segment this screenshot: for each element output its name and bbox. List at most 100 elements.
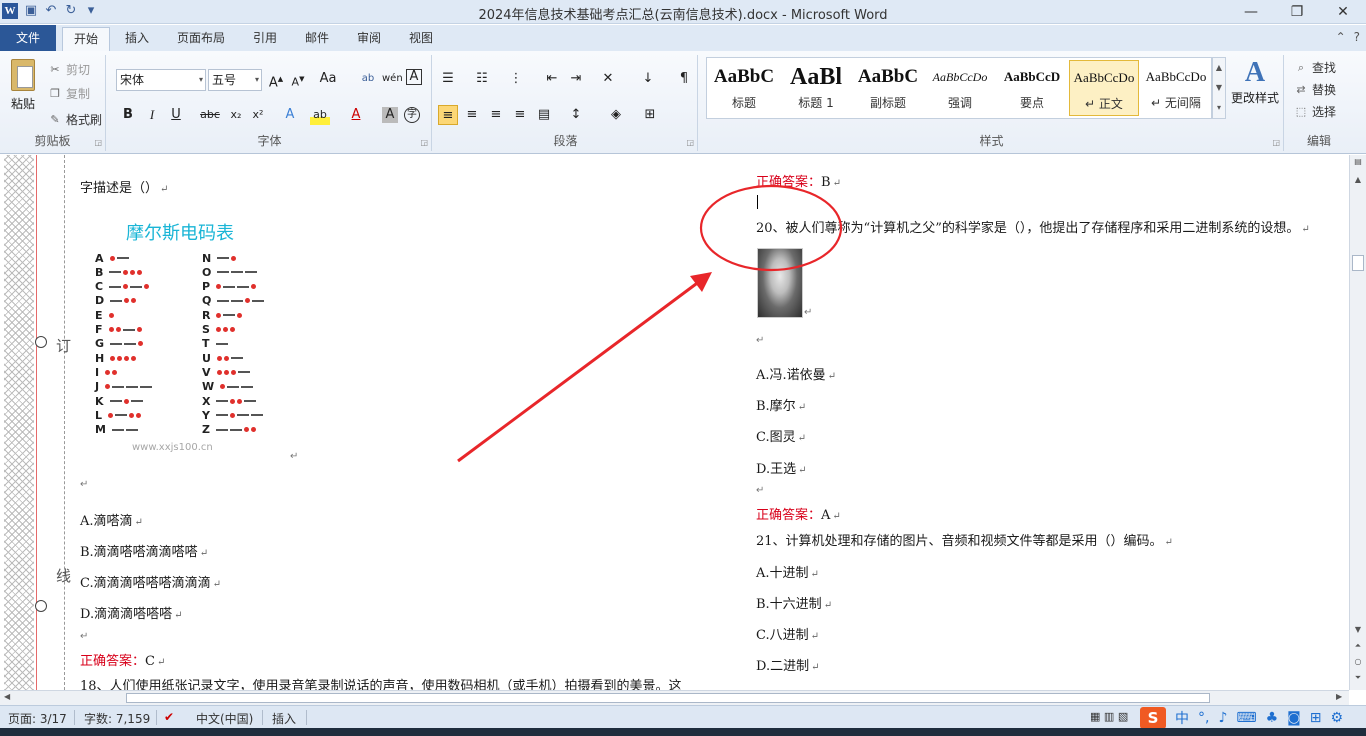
close-button[interactable]: ✕: [1320, 0, 1366, 24]
styles-dialog-launcher[interactable]: ◲: [1272, 138, 1280, 147]
style-no-spacing[interactable]: AaBbCcDo ↵ 无间隔: [1141, 60, 1211, 116]
decrease-indent-icon[interactable]: ⇤: [542, 69, 562, 89]
superscript-icon[interactable]: x²: [248, 105, 268, 125]
paste-button[interactable]: 粘贴: [6, 59, 40, 112]
horizontal-scrollbar[interactable]: ◀ ▶: [0, 690, 1349, 705]
vertical-scrollbar[interactable]: ▤ ▲ ▼ ⏶ ○ ⏷: [1349, 155, 1366, 690]
underline-icon[interactable]: U: [166, 105, 186, 125]
style-subtitle[interactable]: AaBbC 副标题: [853, 60, 923, 116]
font-dialog-launcher[interactable]: ◲: [420, 138, 428, 147]
previous-page-icon[interactable]: ⏶: [1350, 641, 1366, 651]
increase-indent-icon[interactable]: ⇥: [566, 69, 586, 89]
minimize-button[interactable]: —: [1228, 0, 1274, 24]
tab-home[interactable]: 开始: [62, 27, 110, 51]
tab-review[interactable]: 审阅: [346, 27, 392, 51]
tab-view[interactable]: 视图: [398, 27, 444, 51]
tab-references[interactable]: 引用: [242, 27, 288, 51]
character-shading-icon[interactable]: A: [382, 107, 398, 123]
browse-object-icon[interactable]: ○: [1350, 657, 1366, 666]
ime-language[interactable]: 中: [1175, 708, 1189, 728]
grow-font-icon[interactable]: A▲: [266, 69, 286, 90]
gallery-scroll[interactable]: ▲ ▼ ▾: [1212, 57, 1226, 119]
enclose-character-icon[interactable]: 字: [404, 107, 420, 123]
proofing-icon[interactable]: ✔: [164, 710, 174, 724]
style-sample: AaBl: [789, 64, 842, 90]
word-count[interactable]: 字数: 7,159: [84, 710, 150, 727]
change-styles-button[interactable]: A 更改样式: [1230, 57, 1280, 106]
language-indicator[interactable]: 中文(中国): [196, 710, 253, 727]
find-button[interactable]: ⌕ 查找: [1294, 59, 1336, 76]
horizontal-scroll-thumb[interactable]: [126, 693, 1210, 703]
minimize-ribbon-icon[interactable]: ⌃: [1336, 30, 1346, 44]
text-effects-icon[interactable]: A: [280, 105, 300, 125]
font-size-box[interactable]: 五号 ▾: [208, 69, 262, 91]
line-spacing-icon[interactable]: ↕: [566, 105, 586, 125]
replace-button[interactable]: ⇄ 替换: [1294, 81, 1336, 98]
document-area[interactable]: 订 线 字描述是（） ↵ 摩尔斯电码表 ABCDEFGHIJKLMNOPQRSTU…: [0, 155, 1366, 690]
scroll-left-icon[interactable]: ◀: [4, 692, 10, 701]
format-painter-button[interactable]: ✎ 格式刷: [48, 111, 102, 128]
toolbox-icon[interactable]: ⊞: [1310, 710, 1322, 726]
page-indicator[interactable]: 页面: 3/17: [8, 710, 67, 727]
reading-view-icon[interactable]: ▥: [1104, 710, 1114, 723]
scroll-down-icon[interactable]: ▼: [1350, 625, 1366, 634]
skin-icon[interactable]: ♣: [1266, 710, 1279, 726]
tab-mailings[interactable]: 邮件: [294, 27, 340, 51]
bold-icon[interactable]: B: [118, 105, 138, 125]
select-button[interactable]: ⬚ 选择: [1294, 103, 1336, 120]
print-layout-icon[interactable]: ▦: [1090, 710, 1100, 723]
borders-icon[interactable]: ⊞: [640, 105, 660, 125]
change-case-icon[interactable]: Aa: [318, 69, 338, 89]
cut-button[interactable]: ✂ 剪切: [48, 61, 90, 78]
sort-icon[interactable]: ↓: [638, 69, 658, 89]
annotation-overlay: [457, 184, 843, 463]
style-strong[interactable]: AaBbCcD 要点: [997, 60, 1067, 116]
tab-insert[interactable]: 插入: [114, 27, 160, 51]
keyboard-icon[interactable]: ⌨: [1236, 710, 1256, 726]
next-page-icon[interactable]: ⏷: [1350, 673, 1366, 683]
game-icon[interactable]: ◙: [1287, 710, 1301, 726]
style-normal[interactable]: AaBbCcDo ↵ 正文: [1069, 60, 1139, 116]
web-layout-icon[interactable]: ▧: [1118, 710, 1128, 723]
tab-file[interactable]: 文件: [0, 25, 56, 51]
bullets-icon[interactable]: ☰: [438, 69, 458, 89]
paste-label: 粘贴: [10, 97, 35, 111]
copy-button[interactable]: ❐ 复制: [48, 85, 90, 102]
multilevel-list-icon[interactable]: ⋮: [506, 69, 526, 89]
align-center-icon[interactable]: ≡: [462, 105, 482, 125]
style-emphasis[interactable]: AaBbCcDo 强调: [925, 60, 995, 116]
phonetic-guide-icon[interactable]: wén: [382, 69, 403, 89]
align-right-icon[interactable]: ≡: [486, 105, 506, 125]
show-marks-icon[interactable]: ¶: [674, 69, 694, 89]
clear-format-icon[interactable]: ab: [358, 69, 378, 89]
ruler-toggle-icon[interactable]: ▤: [1350, 157, 1366, 166]
shrink-font-icon[interactable]: A▼: [288, 69, 308, 89]
scroll-up-icon[interactable]: ▲: [1350, 175, 1366, 184]
sogou-logo[interactable]: S: [1140, 706, 1166, 729]
scroll-thumb[interactable]: [1352, 255, 1364, 271]
microphone-icon[interactable]: ♪: [1218, 710, 1227, 726]
font-color-icon[interactable]: A: [346, 105, 366, 125]
settings-icon[interactable]: ⚙: [1331, 710, 1344, 726]
style-title[interactable]: AaBbC 标题: [709, 60, 779, 116]
align-left-icon[interactable]: ≡: [438, 105, 458, 125]
shading-icon[interactable]: ◈: [606, 105, 626, 125]
paragraph-dialog-launcher[interactable]: ◲: [686, 138, 694, 147]
scroll-right-icon[interactable]: ▶: [1336, 692, 1342, 701]
numbering-icon[interactable]: ☷: [472, 69, 492, 89]
chinese-layout-icon[interactable]: ✕: [598, 69, 618, 89]
font-name-box[interactable]: 宋体 ▾: [116, 69, 206, 91]
style-heading-1[interactable]: AaBl 标题 1: [781, 60, 851, 116]
italic-icon[interactable]: I: [142, 105, 162, 125]
tab-page-layout[interactable]: 页面布局: [166, 27, 236, 51]
justify-icon[interactable]: ≡: [510, 105, 530, 125]
insert-mode[interactable]: 插入: [272, 710, 296, 727]
punctuation-icon[interactable]: °,: [1198, 710, 1209, 726]
maximize-button[interactable]: ❐: [1274, 0, 1320, 24]
distributed-icon[interactable]: ▤: [534, 105, 554, 125]
strikethrough-icon[interactable]: abc: [200, 105, 220, 125]
clipboard-dialog-launcher[interactable]: ◲: [94, 138, 102, 147]
subscript-icon[interactable]: x₂: [226, 105, 246, 125]
help-icon[interactable]: ?: [1354, 30, 1360, 44]
character-border-icon[interactable]: A: [406, 69, 422, 85]
